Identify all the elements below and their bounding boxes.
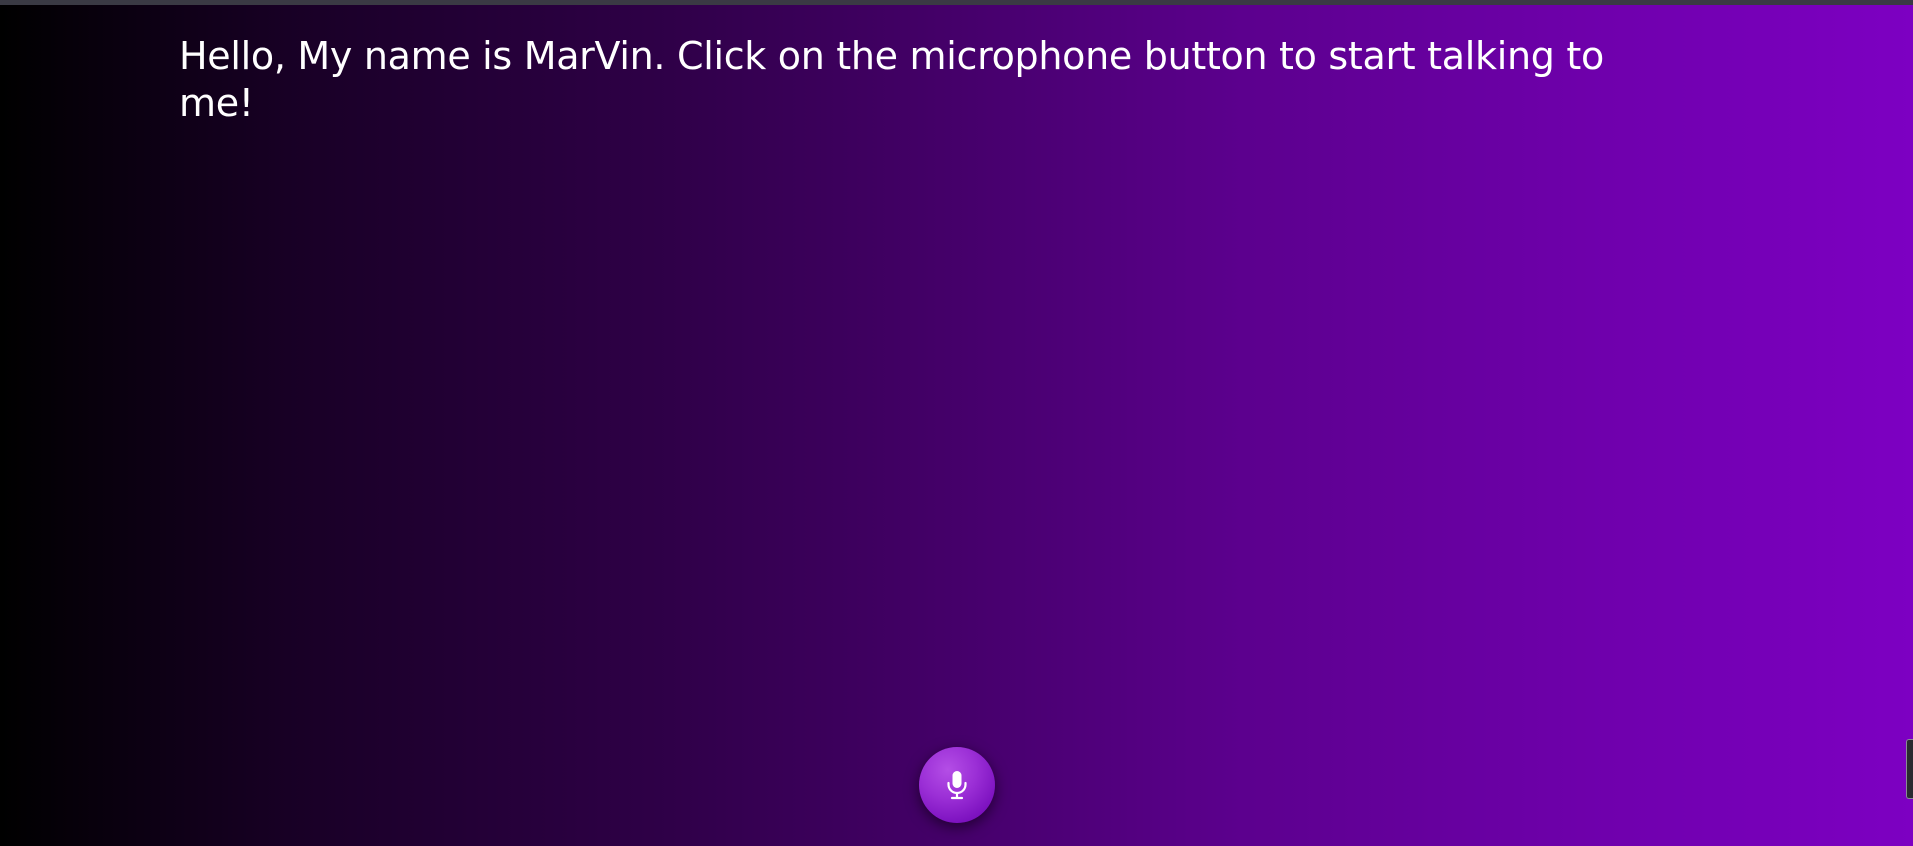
side-panel-handle[interactable]	[1906, 739, 1913, 799]
microphone-button[interactable]	[919, 747, 995, 823]
greeting-message: Hello, My name is MarVin. Click on the m…	[179, 34, 1604, 125]
microphone-icon	[946, 770, 968, 800]
chat-stage: Hello, My name is MarVin. Click on the m…	[0, 5, 1913, 846]
